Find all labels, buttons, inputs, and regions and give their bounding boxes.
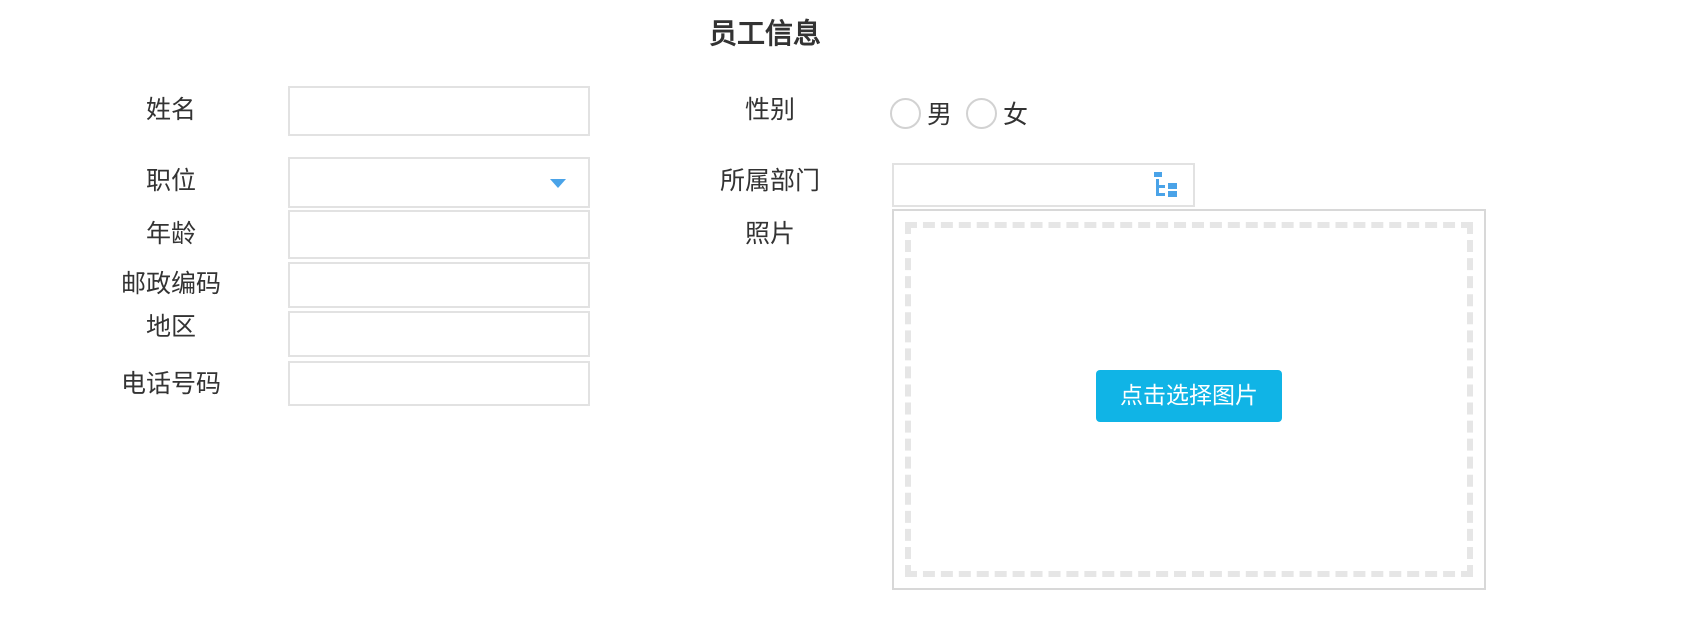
tree-icon[interactable] — [1152, 171, 1180, 199]
position-select[interactable] — [288, 157, 590, 208]
gender-option-label: 女 — [1003, 100, 1029, 129]
gender-label: 性别 — [744, 95, 795, 124]
age-input[interactable] — [288, 210, 590, 259]
radio-circle[interactable] — [890, 97, 921, 129]
department-label: 所属部门 — [719, 166, 820, 195]
department-picker[interactable] — [892, 163, 1195, 207]
postal-code-label: 邮政编码 — [120, 269, 221, 298]
employee-info-form: 员工信息 姓名 职位 年龄 邮政编码 地区 电话号码 性别 男 女 所属部门 照… — [0, 0, 1695, 636]
form-title: 员工信息 — [708, 17, 821, 50]
gender-radio-group: 男 女 — [890, 94, 1042, 132]
choose-image-button[interactable]: 点击选择图片 — [1096, 370, 1282, 422]
position-label: 职位 — [145, 166, 196, 195]
gender-option-label: 男 — [927, 100, 953, 129]
region-input[interactable] — [288, 311, 590, 357]
name-label: 姓名 — [145, 95, 196, 124]
region-label: 地区 — [145, 312, 196, 341]
radio-circle[interactable] — [966, 97, 998, 129]
phone-input[interactable] — [288, 361, 590, 406]
gender-radio-female[interactable]: 女 — [966, 95, 1028, 131]
chevron-down-icon — [550, 179, 566, 188]
postal-code-input[interactable] — [288, 262, 590, 308]
photo-label: 照片 — [744, 219, 795, 248]
gender-radio-male[interactable]: 男 — [890, 95, 952, 131]
age-label: 年龄 — [145, 219, 196, 248]
phone-label: 电话号码 — [120, 369, 221, 398]
name-input[interactable] — [288, 86, 590, 136]
